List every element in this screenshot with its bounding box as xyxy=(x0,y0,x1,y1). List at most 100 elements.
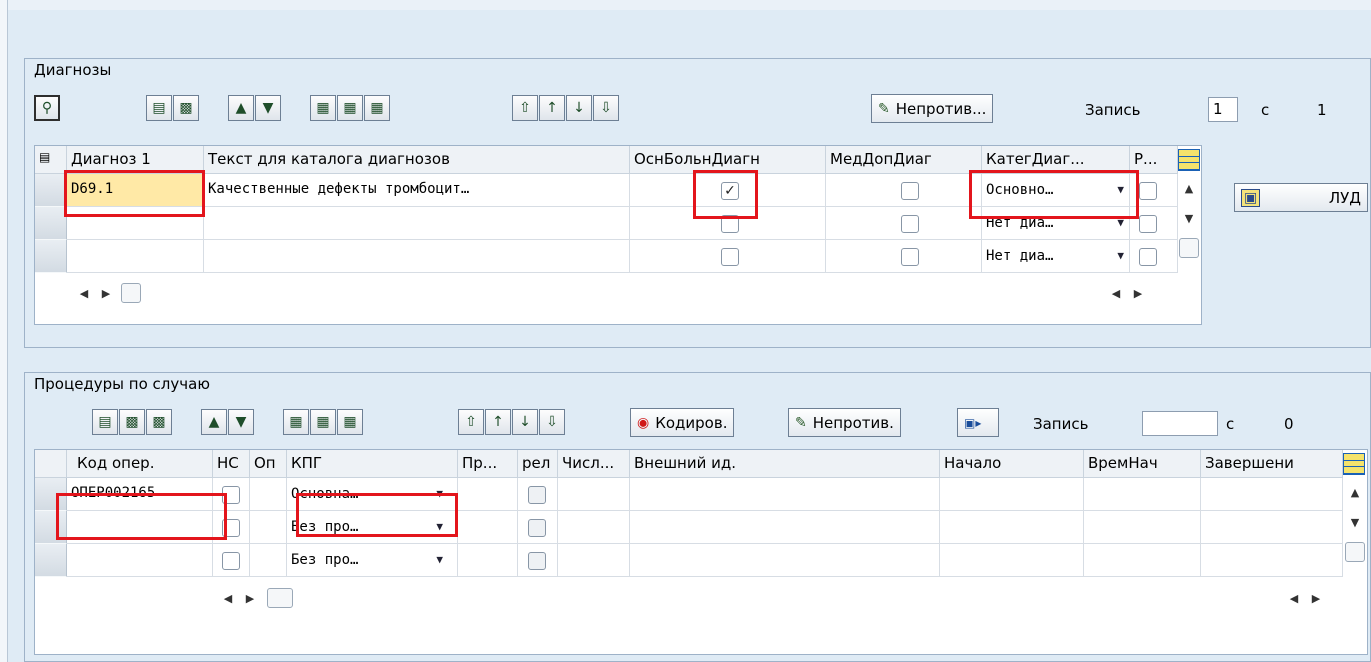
row-selector[interactable] xyxy=(35,511,67,544)
filter-icon[interactable]: ▼ xyxy=(228,409,254,435)
r-checkbox[interactable] xyxy=(1139,248,1157,266)
kpg-dropdown[interactable]: Без про… ▼ xyxy=(287,544,458,577)
export-layout-icon[interactable]: ▦ xyxy=(364,95,390,121)
horizontal-scroll-thumb[interactable] xyxy=(267,588,293,608)
category-dropdown[interactable]: Нет диа… ▼ xyxy=(982,207,1130,240)
scroll-right-icon[interactable]: ▶ xyxy=(95,283,117,303)
scroll-right-icon[interactable]: ▶ xyxy=(1305,588,1327,608)
scroll-left-icon[interactable]: ◀ xyxy=(73,283,95,303)
vertical-scroll-thumb[interactable] xyxy=(1179,238,1199,258)
row-selector[interactable] xyxy=(35,174,67,207)
diagnosis-code-cell[interactable] xyxy=(67,240,204,273)
filter-icon[interactable]: ▼ xyxy=(255,95,281,121)
scroll-down-icon[interactable]: ▼ xyxy=(1344,512,1366,532)
export-icon[interactable]: ▦ xyxy=(310,95,336,121)
scroll-left-icon[interactable]: ◀ xyxy=(1283,588,1305,608)
column-header[interactable]: КатегДиаг... xyxy=(982,146,1130,174)
pr-cell[interactable] xyxy=(458,478,518,511)
insert-row-icon[interactable]: ▤ xyxy=(146,95,172,121)
column-header[interactable]: Оп xyxy=(250,450,287,478)
r-checkbox[interactable] xyxy=(1139,215,1157,233)
export-variant-icon[interactable]: ▦ xyxy=(310,409,336,435)
r-checkbox[interactable] xyxy=(1139,182,1157,200)
diagnosis-code-cell[interactable]: D69.1 xyxy=(67,174,204,207)
pr-cell[interactable] xyxy=(458,544,518,577)
main-diag-checkbox[interactable]: ✓ xyxy=(721,182,739,200)
next-page-icon[interactable]: ↓ xyxy=(512,409,538,435)
table-settings-icon[interactable] xyxy=(1343,453,1365,475)
kpg-dropdown[interactable]: Без про… ▼ xyxy=(287,511,458,544)
start-cell[interactable] xyxy=(940,478,1084,511)
prev-page-icon[interactable]: ↑ xyxy=(539,95,565,121)
last-page-icon[interactable]: ⇩ xyxy=(539,409,565,435)
export-layout-icon[interactable]: ▦ xyxy=(337,409,363,435)
start-cell[interactable] xyxy=(940,544,1084,577)
end-cell[interactable] xyxy=(1201,511,1343,544)
append-row-icon[interactable]: ▩ xyxy=(146,409,172,435)
sort-icon[interactable]: ▲ xyxy=(201,409,227,435)
diagnosis-code-cell[interactable] xyxy=(67,207,204,240)
category-dropdown[interactable]: Нет диа… ▼ xyxy=(982,240,1130,273)
sort-icon[interactable]: ▲ xyxy=(228,95,254,121)
rel-checkbox[interactable] xyxy=(528,552,546,570)
operation-code-cell[interactable] xyxy=(67,544,213,577)
op-cell[interactable] xyxy=(250,511,287,544)
count-cell[interactable] xyxy=(558,511,630,544)
column-header[interactable]: Код опер. xyxy=(67,450,213,478)
append-row-icon[interactable]: ▩ xyxy=(173,95,199,121)
column-header[interactable]: Р... xyxy=(1130,146,1178,174)
nonconflict-button[interactable]: ✎ Непротив. xyxy=(788,408,901,437)
column-header[interactable]: КПГ xyxy=(287,450,458,478)
med-diag-checkbox[interactable] xyxy=(901,182,919,200)
column-header[interactable]: Числ... xyxy=(558,450,630,478)
row-selector[interactable] xyxy=(35,478,67,511)
export-variant-icon[interactable]: ▦ xyxy=(337,95,363,121)
rel-checkbox[interactable] xyxy=(528,486,546,504)
column-header[interactable]: ОснБольнДиагн xyxy=(630,146,826,174)
kpg-dropdown[interactable]: Основна… ▼ xyxy=(287,478,458,511)
scroll-up-icon[interactable]: ▲ xyxy=(1178,178,1200,198)
row-selector[interactable] xyxy=(35,240,67,273)
med-diag-checkbox[interactable] xyxy=(901,215,919,233)
delete-row-icon[interactable]: ▩ xyxy=(119,409,145,435)
column-header[interactable]: Начало xyxy=(940,450,1084,478)
external-id-cell[interactable] xyxy=(630,478,940,511)
nonconflict-button[interactable]: ✎ Непротив... xyxy=(871,94,994,123)
column-header[interactable]: МедДопДиаг xyxy=(826,146,982,174)
select-all-header[interactable] xyxy=(35,450,67,478)
external-id-cell[interactable] xyxy=(630,544,940,577)
vertical-scroll-thumb[interactable] xyxy=(1345,542,1365,562)
lud-button[interactable]: ▣ ЛУД xyxy=(1234,183,1368,212)
op-cell[interactable] xyxy=(250,478,287,511)
end-cell[interactable] xyxy=(1201,478,1343,511)
external-id-cell[interactable] xyxy=(630,511,940,544)
next-page-icon[interactable]: ↓ xyxy=(566,95,592,121)
ns-checkbox[interactable] xyxy=(222,519,240,537)
start-cell[interactable] xyxy=(940,511,1084,544)
start-time-cell[interactable] xyxy=(1084,478,1201,511)
main-diag-checkbox[interactable] xyxy=(721,248,739,266)
first-page-icon[interactable]: ⇧ xyxy=(512,95,538,121)
details-icon[interactable]: ⚲ xyxy=(34,95,60,121)
more-buttons[interactable]: ▣▸ xyxy=(957,408,999,437)
column-header[interactable]: НС xyxy=(213,450,250,478)
scroll-right-icon[interactable]: ▶ xyxy=(1127,283,1149,303)
diagnosis-text-cell[interactable] xyxy=(204,207,630,240)
pr-cell[interactable] xyxy=(458,511,518,544)
ns-checkbox[interactable] xyxy=(222,486,240,504)
scroll-down-icon[interactable]: ▼ xyxy=(1178,208,1200,228)
row-selector[interactable] xyxy=(35,207,67,240)
op-cell[interactable] xyxy=(250,544,287,577)
select-all-icon[interactable]: ▤ xyxy=(35,146,67,174)
category-dropdown[interactable]: Основно… ▼ xyxy=(982,174,1130,207)
export-icon[interactable]: ▦ xyxy=(283,409,309,435)
scroll-right-icon[interactable]: ▶ xyxy=(239,588,261,608)
record-input[interactable]: 1 xyxy=(1208,97,1238,122)
start-time-cell[interactable] xyxy=(1084,511,1201,544)
med-diag-checkbox[interactable] xyxy=(901,248,919,266)
count-cell[interactable] xyxy=(558,478,630,511)
table-settings-icon[interactable] xyxy=(1178,149,1200,171)
ns-checkbox[interactable] xyxy=(222,552,240,570)
main-diag-checkbox[interactable] xyxy=(721,215,739,233)
operation-code-cell[interactable] xyxy=(67,511,213,544)
